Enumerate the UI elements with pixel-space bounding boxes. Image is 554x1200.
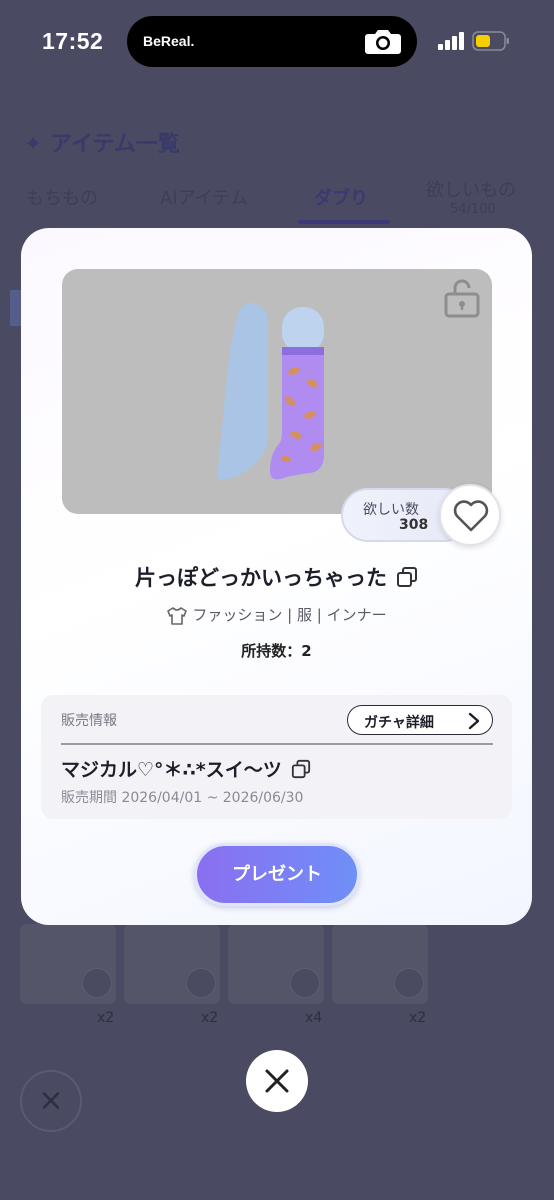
item-preview [62, 269, 492, 514]
lock-icon [290, 968, 320, 998]
item-detail-modal: 欲しい数 308 片っぽどっかいっちゃった ファッション | 服 | インナー … [21, 228, 532, 925]
sock-item-image [217, 302, 324, 480]
present-button[interactable]: プレゼント [194, 843, 360, 906]
gacha-name-row: マジカル♡°＊∴*スイ〜ツ [61, 755, 311, 782]
background-close-button[interactable]: × [20, 1070, 82, 1132]
wish-label: 欲しい数 [363, 502, 419, 518]
heart-icon [453, 500, 489, 532]
grid-item-count: x2 [201, 1010, 219, 1026]
signal-icon [438, 32, 464, 50]
grid-item[interactable] [228, 924, 324, 1004]
tab-duplicates[interactable]: ダブり [314, 184, 368, 210]
chevron-right-icon [468, 712, 480, 730]
lock-icon [82, 968, 112, 998]
sale-info-box: 販売情報 ガチャ詳細 マジカル♡°＊∴*スイ〜ツ 販売期間 2026/04/01… [41, 695, 512, 819]
island-app-label: BeReal. [143, 33, 195, 49]
battery-icon [472, 31, 509, 51]
wishlist-count: 54/100 [450, 202, 496, 217]
grid-item-count: x4 [305, 1010, 323, 1026]
tab-owned[interactable]: もちもの [26, 184, 98, 210]
status-time: 17:52 [42, 28, 104, 54]
owned-count: 所持数：2 [241, 642, 312, 660]
camera-icon [365, 30, 401, 54]
divider [61, 743, 493, 745]
lock-icon [394, 968, 424, 998]
page-title: ✦ アイテム一覧 [24, 132, 180, 157]
close-modal-button[interactable] [246, 1050, 308, 1112]
unlock-icon[interactable] [442, 277, 482, 319]
dynamic-island[interactable]: BeReal. [127, 16, 417, 67]
status-bar: 17:52 BeReal. [0, 0, 554, 84]
sale-period: 販売期間 2026/04/01 ~ 2026/06/30 [61, 790, 304, 806]
item-title-row: 片っぽどっかいっちゃった [21, 562, 532, 592]
active-tab-indicator [298, 220, 390, 224]
wish-count: 308 [399, 517, 429, 533]
grid-item-count: x2 [409, 1010, 427, 1026]
item-category-row: ファッション | 服 | インナー [21, 604, 532, 626]
grid-item[interactable] [332, 924, 428, 1004]
gacha-detail-button[interactable]: ガチャ詳細 [347, 705, 493, 735]
sale-info-heading: 販売情報 [61, 713, 117, 729]
grid-item[interactable] [124, 924, 220, 1004]
close-icon [265, 1069, 289, 1093]
gacha-name: マジカル♡°＊∴*スイ〜ツ [61, 759, 282, 781]
wish-heart-button[interactable] [439, 484, 501, 546]
tab-wishlist[interactable]: 欲しいもの [426, 176, 516, 202]
copy-icon[interactable] [396, 566, 418, 588]
grid-item-count: x2 [97, 1010, 115, 1026]
tab-ai-items[interactable]: AIアイテム [160, 184, 248, 210]
grid-item[interactable] [20, 924, 116, 1004]
item-category: ファッション | 服 | インナー [192, 606, 387, 624]
gacha-detail-label: ガチャ詳細 [364, 715, 434, 731]
lock-icon [186, 968, 216, 998]
copy-icon[interactable] [291, 759, 311, 779]
item-title: 片っぽどっかいっちゃった [134, 566, 387, 590]
shirt-icon [167, 606, 188, 625]
